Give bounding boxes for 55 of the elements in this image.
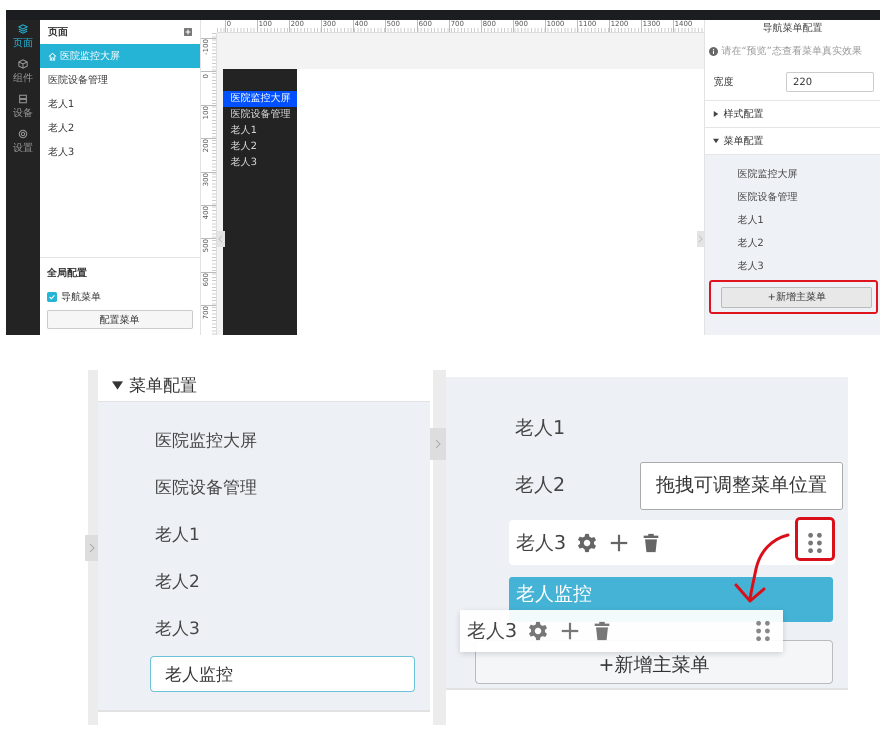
drag-handle-icon <box>755 620 771 642</box>
menu-item[interactable]: 老人2 <box>98 559 430 606</box>
checkbox[interactable] <box>46 292 57 302</box>
collapse-handle[interactable] <box>85 535 98 561</box>
menu-name-field[interactable]: 老人监控 <box>150 656 415 692</box>
section-title: 全局配置 <box>46 266 88 281</box>
rail-tab[interactable]: 设备 <box>12 94 33 120</box>
menu-item-row[interactable]: 老人3 <box>509 520 835 565</box>
page-item[interactable]: 老人1 <box>40 92 200 116</box>
info-icon <box>709 46 718 56</box>
field-label: 宽度 <box>713 76 734 89</box>
page-item[interactable]: 老人3 <box>40 140 200 164</box>
add-menu-button[interactable]: +新增主菜单 <box>721 286 872 308</box>
menu-item[interactable]: 医院监控大屏 <box>705 163 880 186</box>
menu-item[interactable]: 老人1 <box>705 209 880 232</box>
cube-icon <box>18 59 28 69</box>
highlight-frame <box>795 517 835 561</box>
menu-item[interactable]: 老人3 <box>98 606 430 653</box>
layers-icon <box>18 24 28 34</box>
rail-tab[interactable]: 页面 <box>12 24 33 50</box>
config-menu-button[interactable]: 配置菜单 <box>46 310 193 329</box>
settings-icon <box>527 620 550 642</box>
add-page-icon[interactable] <box>184 28 192 36</box>
collapse-handle[interactable] <box>430 428 446 460</box>
dragged-menu-item[interactable]: 老人3 <box>460 610 783 652</box>
panel-title: 导航菜单配置 <box>762 22 824 36</box>
rail-tab[interactable]: 设置 <box>12 129 33 155</box>
menu-item[interactable]: 医院设备管理 <box>705 186 880 209</box>
home-icon <box>48 52 57 60</box>
caret-down-icon <box>112 380 123 391</box>
section-header[interactable]: 样式配置 <box>705 101 880 128</box>
menu-item[interactable]: 老人1 <box>98 512 430 559</box>
server-icon <box>18 94 28 104</box>
tooltip: 拖拽可调整菜单位置 <box>640 462 843 510</box>
menu-item-label: 老人3 <box>516 530 566 556</box>
caret-down-icon <box>713 138 720 144</box>
page-item[interactable]: 老人2 <box>40 116 200 140</box>
page-item[interactable]: 医院设备管理 <box>40 68 200 92</box>
plus-icon <box>559 620 582 642</box>
settings-icon[interactable] <box>576 532 598 554</box>
menu-item[interactable]: 医院监控大屏 <box>98 418 430 465</box>
drag-handle-icon[interactable] <box>807 532 823 554</box>
menu-item[interactable]: 老人2 <box>705 232 880 255</box>
menu-item[interactable]: 老人2 <box>515 457 566 514</box>
menu-item[interactable]: 老人1 <box>515 400 566 457</box>
hint-text: 请在“预览”态查看菜单真实效果 <box>721 44 862 58</box>
panel-title: 页面 <box>48 26 68 39</box>
rail-tab[interactable]: 组件 <box>12 59 33 85</box>
caret-right-icon <box>713 111 720 117</box>
settings-icon <box>18 129 28 139</box>
checkbox-label: 导航菜单 <box>60 290 101 304</box>
width-field[interactable]: 220 <box>786 72 874 92</box>
menu-item[interactable]: 医院设备管理 <box>98 465 430 512</box>
collapse-handle[interactable] <box>697 231 704 247</box>
menu-item[interactable]: 老人3 <box>705 255 880 278</box>
